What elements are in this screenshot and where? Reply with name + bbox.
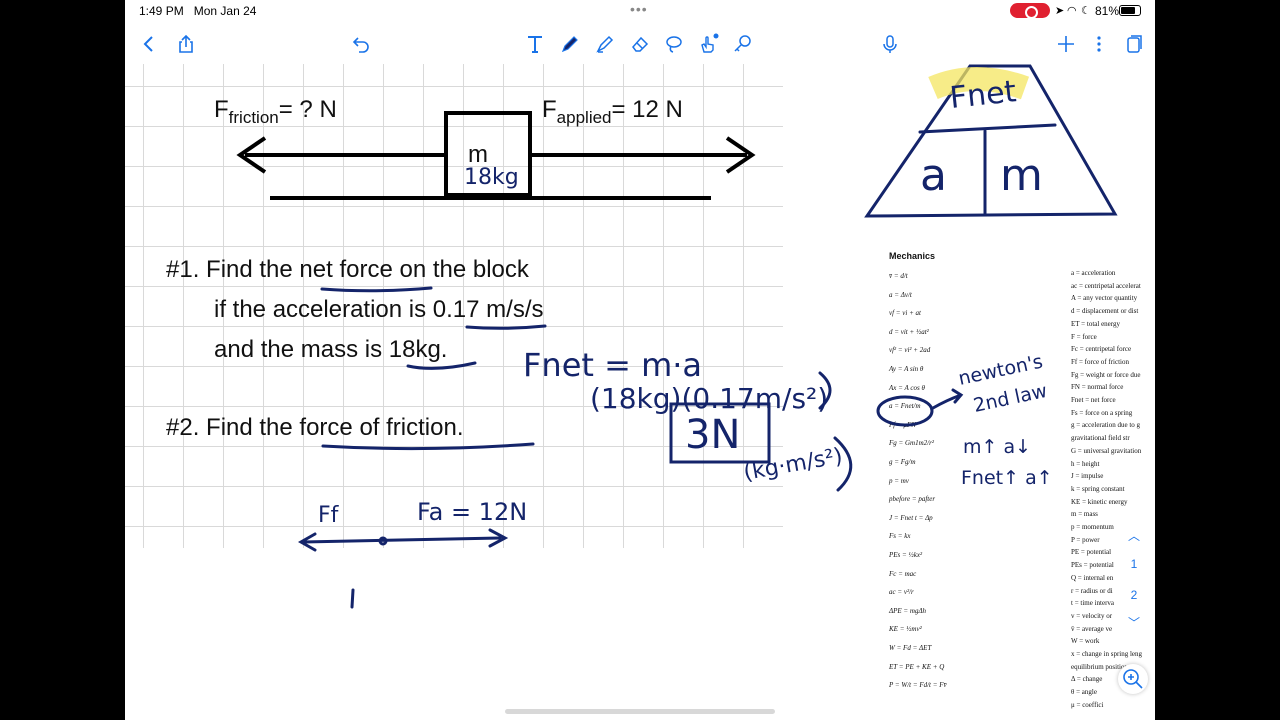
page-current: 1 — [1130, 557, 1138, 571]
home-indicator[interactable] — [505, 709, 775, 714]
page-total: 2 — [1130, 588, 1138, 602]
underline-mass — [406, 361, 477, 370]
circle-formula — [876, 395, 934, 427]
zoom-button[interactable] — [1118, 664, 1148, 694]
underline-net-force — [320, 286, 433, 293]
triangle-divider — [918, 123, 1057, 134]
label-fa: Fa = 12N — [417, 498, 527, 526]
ink-layer: 18kg Fnet = m·a (18kg)(0.17m/s²) 3N (kg·… — [236, 64, 1118, 609]
note-second-law: 2nd law — [971, 380, 1049, 417]
arrow-to-note — [931, 388, 964, 410]
block-mass-handwritten: 18kg — [464, 165, 519, 190]
underline-friction — [321, 442, 535, 451]
underline-accel — [465, 324, 547, 330]
note-force-accel: Fnet↑ a↑ — [961, 467, 1053, 489]
zoom-icon — [1123, 669, 1143, 689]
stray-mark — [350, 588, 355, 609]
page-up-chevron-icon[interactable]: ︿ — [1123, 527, 1145, 544]
page-down-chevron-icon[interactable]: ﹀ — [1123, 614, 1145, 631]
force-line — [301, 536, 502, 544]
answer-value: 3N — [685, 412, 740, 458]
answer-units: (kg·m/s²) — [742, 444, 845, 486]
triangle-right-m: m — [1000, 150, 1043, 201]
eq-fnet-ma: Fnet = m·a — [523, 346, 702, 384]
label-ff: Ff — [318, 503, 340, 528]
triangle-top-fnet: Fnet — [948, 74, 1018, 116]
eq-substitution: (18kg)(0.17m/s²) — [590, 382, 828, 415]
triangle-left-a: a — [920, 150, 947, 201]
notes-app-screen: 1:49 PM Mon Jan 24 ••• ➤ ◠ ☾ 81% Ffricti… — [125, 0, 1155, 720]
note-mass-accel: m↑ a↓ — [963, 436, 1031, 458]
